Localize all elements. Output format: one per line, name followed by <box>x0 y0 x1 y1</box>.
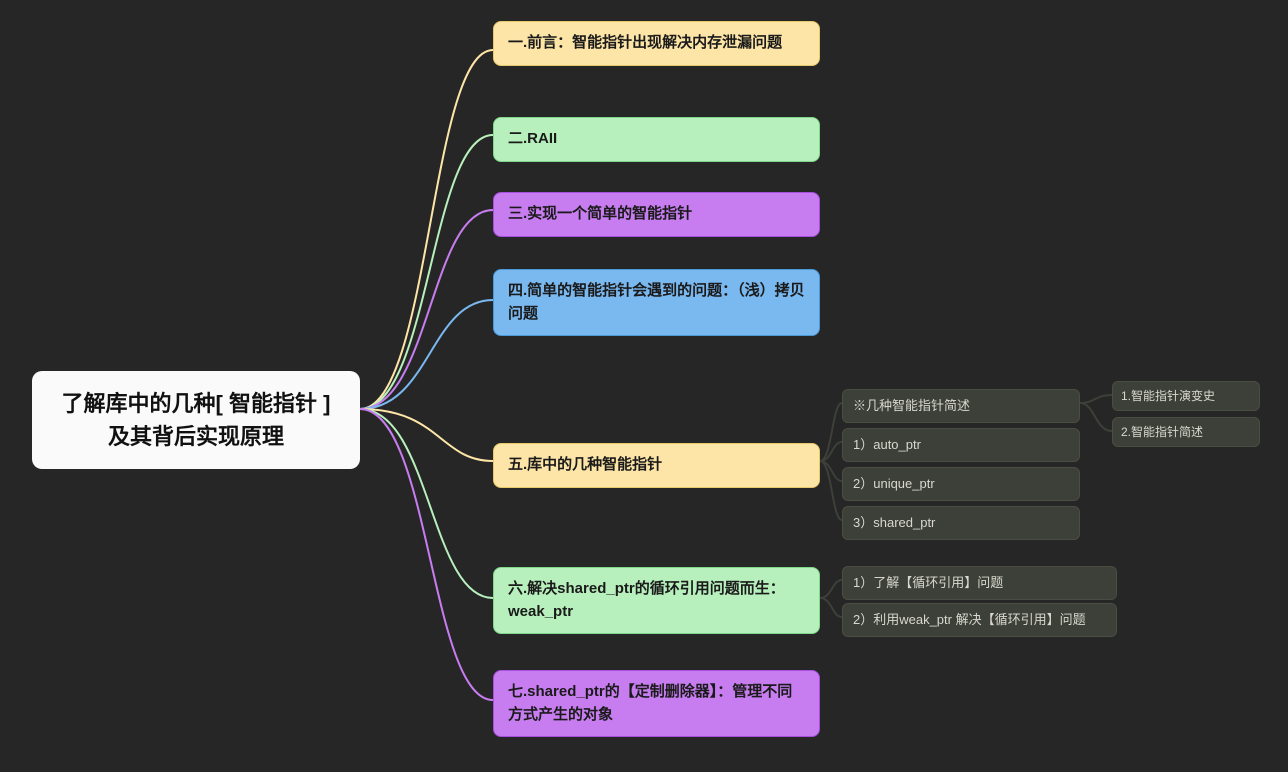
node-3-label: 三.实现一个简单的智能指针 <box>508 205 692 222</box>
node-4[interactable]: 四.简单的智能指针会遇到的问题：（浅）拷贝问题 <box>493 269 820 336</box>
node-5-c-label: 2）unique_ptr <box>853 476 935 491</box>
node-5-b[interactable]: 1）auto_ptr <box>842 428 1080 462</box>
root-label: 了解库中的几种[ 智能指针 ]及其背后实现原理 <box>62 391 331 449</box>
node-7-label: 七.shared_ptr的【定制删除器】：管理不同方式产生的对象 <box>508 683 792 723</box>
node-5-d[interactable]: 3）shared_ptr <box>842 506 1080 540</box>
node-5[interactable]: 五.库中的几种智能指针 <box>493 443 820 488</box>
node-2[interactable]: 二.RAII <box>493 117 820 162</box>
node-4-label: 四.简单的智能指针会遇到的问题：（浅）拷贝问题 <box>508 282 805 322</box>
node-5-a-1-label: 1.智能指针演变史 <box>1121 389 1215 403</box>
node-5-a-1[interactable]: 1.智能指针演变史 <box>1112 381 1260 411</box>
node-6-a-label: 1）了解【循环引用】问题 <box>853 575 1003 590</box>
node-3[interactable]: 三.实现一个简单的智能指针 <box>493 192 820 237</box>
node-5-a-label: ※几种智能指针简述 <box>853 398 970 413</box>
node-5-a-2[interactable]: 2.智能指针简述 <box>1112 417 1260 447</box>
node-5-a-2-label: 2.智能指针简述 <box>1121 425 1203 439</box>
root-node[interactable]: 了解库中的几种[ 智能指针 ]及其背后实现原理 <box>32 371 360 469</box>
node-6-label: 六.解决shared_ptr的循环引用问题而生：weak_ptr <box>508 580 785 620</box>
node-5-c[interactable]: 2）unique_ptr <box>842 467 1080 501</box>
node-6[interactable]: 六.解决shared_ptr的循环引用问题而生：weak_ptr <box>493 567 820 634</box>
node-6-b[interactable]: 2）利用weak_ptr 解决【循环引用】问题 <box>842 603 1117 637</box>
node-2-label: 二.RAII <box>508 130 557 147</box>
node-5-a[interactable]: ※几种智能指针简述 <box>842 389 1080 423</box>
node-5-label: 五.库中的几种智能指针 <box>508 456 662 473</box>
node-5-b-label: 1）auto_ptr <box>853 437 921 452</box>
node-6-b-label: 2）利用weak_ptr 解决【循环引用】问题 <box>853 612 1086 627</box>
node-1[interactable]: 一.前言：智能指针出现解决内存泄漏问题 <box>493 21 820 66</box>
node-1-label: 一.前言：智能指针出现解决内存泄漏问题 <box>508 34 782 51</box>
node-7[interactable]: 七.shared_ptr的【定制删除器】：管理不同方式产生的对象 <box>493 670 820 737</box>
node-6-a[interactable]: 1）了解【循环引用】问题 <box>842 566 1117 600</box>
node-5-d-label: 3）shared_ptr <box>853 515 935 530</box>
